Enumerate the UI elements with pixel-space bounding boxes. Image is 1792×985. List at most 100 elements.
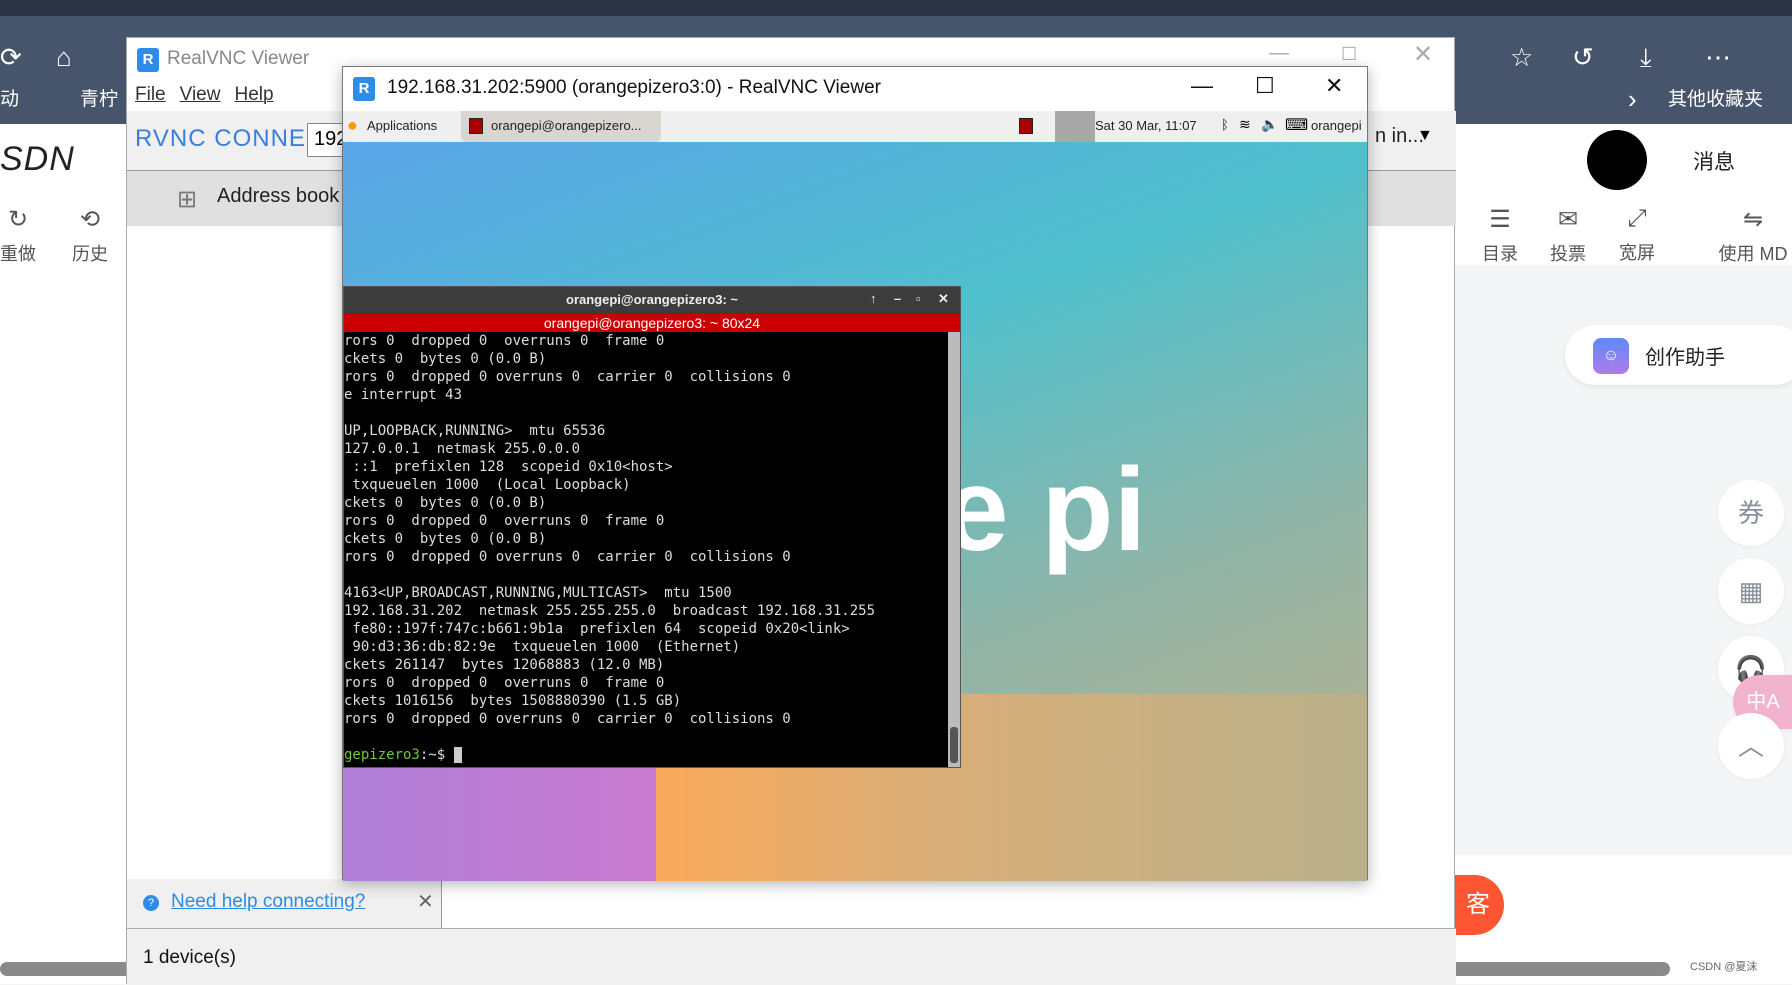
chevron-up-icon: ︿	[1737, 731, 1764, 761]
arrow-up-icon[interactable]: ↑	[870, 291, 877, 306]
terminal-scroll-thumb[interactable]	[950, 727, 958, 763]
terminal-title: orangepi@orangepizero3: ~	[566, 292, 738, 307]
vote-label: 投票	[1550, 244, 1586, 264]
close-icon[interactable]: ✕	[1325, 73, 1343, 99]
terminal-line: rors 0 dropped 0 overruns 0 carrier 0 co…	[344, 711, 791, 727]
terminal-line: rors 0 dropped 0 overruns 0 carrier 0 co…	[344, 549, 791, 565]
address-book-label: Address book	[217, 185, 340, 207]
minimize-icon[interactable]: –	[894, 291, 901, 306]
close-icon[interactable]: ✕	[938, 291, 949, 307]
robot-icon: ☺	[1593, 338, 1629, 374]
redo-icon: ↻	[7, 206, 29, 233]
menu-help[interactable]: Help	[234, 84, 273, 105]
wallpaper-logo: e pi	[943, 444, 1147, 576]
avatar[interactable]	[1587, 130, 1647, 190]
terminal-size-banner: orangepi@orangepizero3: ~ 80x24	[344, 314, 960, 332]
menu-bar: File View Help	[135, 84, 288, 106]
terminal-line: txqueuelen 1000 (Local Loopback)	[344, 477, 631, 493]
realvnc-logo-icon: R	[137, 48, 159, 72]
vnc-session-window: R 192.168.31.202:5900 (orangepizero3:0) …	[342, 66, 1368, 881]
workspace-switcher[interactable]	[1055, 111, 1095, 142]
terminal-line: 192.168.31.202 netmask 255.255.255.0 bro…	[344, 603, 876, 619]
terminal-line: 127.0.0.1 netmask 255.0.0.0	[344, 441, 581, 457]
coupon-button[interactable]: 券	[1718, 480, 1784, 546]
bookmark-item[interactable]: 动	[0, 84, 19, 111]
close-icon[interactable]: ✕	[1413, 40, 1433, 69]
vote-button[interactable]: ✉ 投票	[1538, 205, 1598, 266]
terminal-line: rors 0 dropped 0 overruns 0 frame 0	[344, 513, 665, 529]
orange-logo-icon[interactable]: ●	[347, 115, 358, 136]
md-label: 使用 MD	[1718, 244, 1788, 264]
maximize-icon[interactable]: ☐	[1255, 73, 1275, 99]
terminal-line: 90:d3:36:db:82:9e txqueuelen 1000 (Ether…	[344, 639, 741, 655]
more-icon[interactable]: ⋯	[1705, 42, 1731, 73]
terminal-line: ckets 0 bytes 0 (0.0 B)	[344, 531, 547, 547]
menu-view[interactable]: View	[180, 84, 221, 105]
widescreen-button[interactable]: ⤢ 宽屏	[1607, 205, 1667, 265]
applications-menu[interactable]: Applications	[367, 118, 437, 133]
remote-desktop[interactable]: e pi orangepi@orangepizero3: ~ ↑ – ▫ ✕ o…	[343, 142, 1367, 881]
terminal-launcher-icon[interactable]	[1019, 118, 1033, 134]
clock[interactable]: Sat 30 Mar, 11:07	[1095, 118, 1197, 133]
history-button[interactable]: ⟲ 历史	[60, 205, 120, 266]
terminal-line: fe80::197f:747c:b661:9b1a prefixlen 64 s…	[344, 621, 850, 637]
terminal-titlebar[interactable]: orangepi@orangepizero3: ~ ↑ – ▫ ✕	[344, 287, 960, 314]
window-title: RealVNC Viewer	[167, 48, 310, 69]
session-title: 192.168.31.202:5900 (orangepizero3:0) - …	[387, 77, 881, 98]
back-to-top-button[interactable]: ︿	[1718, 713, 1784, 779]
terminal-window[interactable]: orangepi@orangepizero3: ~ ↑ – ▫ ✕ orange…	[343, 286, 961, 768]
coupon-icon: 券	[1737, 498, 1764, 528]
history-icon: ⟲	[79, 206, 101, 233]
prompt-host: gepizero3	[344, 747, 420, 763]
chevron-right-icon[interactable]: ›	[1628, 84, 1637, 115]
toc-button[interactable]: ☰ 目录	[1470, 205, 1530, 266]
bookmark-item[interactable]: 青柠	[80, 84, 118, 111]
qr-button[interactable]: ▦	[1718, 558, 1784, 624]
browser-tab-strip[interactable]	[0, 0, 1792, 16]
home-icon[interactable]: ⌂	[56, 42, 72, 73]
toc-label: 目录	[1482, 244, 1518, 264]
bluetooth-icon[interactable]: ᛒ	[1221, 117, 1229, 132]
keyboard-icon[interactable]: ⌨	[1285, 115, 1308, 135]
realvnc-logo-icon: R	[353, 77, 375, 101]
terminal-line: ckets 0 bytes 0 (0.0 B)	[344, 495, 547, 511]
favorites-icon[interactable]: ☆	[1510, 42, 1533, 73]
cursor	[453, 747, 462, 763]
chevron-down-icon[interactable]: ▼	[1417, 127, 1433, 145]
close-help-icon[interactable]: ✕	[417, 889, 434, 914]
help-banner: ? Need help connecting? ✕	[127, 879, 442, 929]
terminal-output[interactable]: rors 0 dropped 0 overruns 0 frame 0 ckets…	[344, 332, 948, 767]
help-icon: ?	[143, 895, 159, 911]
vote-icon: ✉	[1557, 206, 1579, 233]
md-icon: ⇋	[1742, 206, 1764, 233]
wifi-icon[interactable]: ≋	[1239, 116, 1251, 133]
minimize-icon[interactable]: —	[1269, 42, 1289, 65]
minimize-icon[interactable]: —	[1191, 73, 1213, 99]
volume-icon[interactable]: 🔈	[1261, 116, 1278, 133]
terminal-line: ckets 261147 bytes 12068883 (12.0 MB)	[344, 657, 665, 673]
qr-icon: ▦	[1738, 576, 1764, 606]
redo-label: 重做	[0, 244, 36, 264]
terminal-line: 4163<UP,BROADCAST,RUNNING,MULTICAST> mtu…	[344, 585, 732, 601]
taskbar-terminal-button[interactable]: orangepi@orangepizero...	[461, 111, 661, 142]
messages-link[interactable]: 消息	[1693, 146, 1735, 176]
maximize-icon[interactable]: ▫	[916, 291, 921, 306]
refresh-icon[interactable]: ⟳	[0, 42, 22, 73]
help-link[interactable]: Need help connecting?	[171, 891, 365, 913]
grid-icon: ⊞	[177, 186, 198, 213]
terminal-line: ::1 prefixlen 128 scopeid 0x10<host>	[344, 459, 673, 475]
user-menu[interactable]: orangepi	[1311, 118, 1362, 133]
history-icon[interactable]: ↺	[1572, 42, 1594, 73]
prompt-path: :~$	[419, 747, 454, 763]
menu-file[interactable]: File	[135, 84, 166, 105]
redo-button[interactable]: ↻ 重做	[0, 205, 48, 266]
md-button[interactable]: ⇋ 使用 MD	[1708, 205, 1792, 266]
terminal-icon	[469, 118, 483, 134]
download-icon[interactable]: ⤓	[1640, 42, 1652, 74]
bookmark-folder-other[interactable]: 其他收藏夹	[1668, 84, 1763, 111]
csdn-logo[interactable]: SDN	[0, 140, 75, 179]
maximize-icon[interactable]: ☐	[1341, 44, 1357, 65]
terminal-line: e interrupt 43	[344, 387, 463, 403]
terminal-scrollbar[interactable]	[948, 332, 960, 767]
